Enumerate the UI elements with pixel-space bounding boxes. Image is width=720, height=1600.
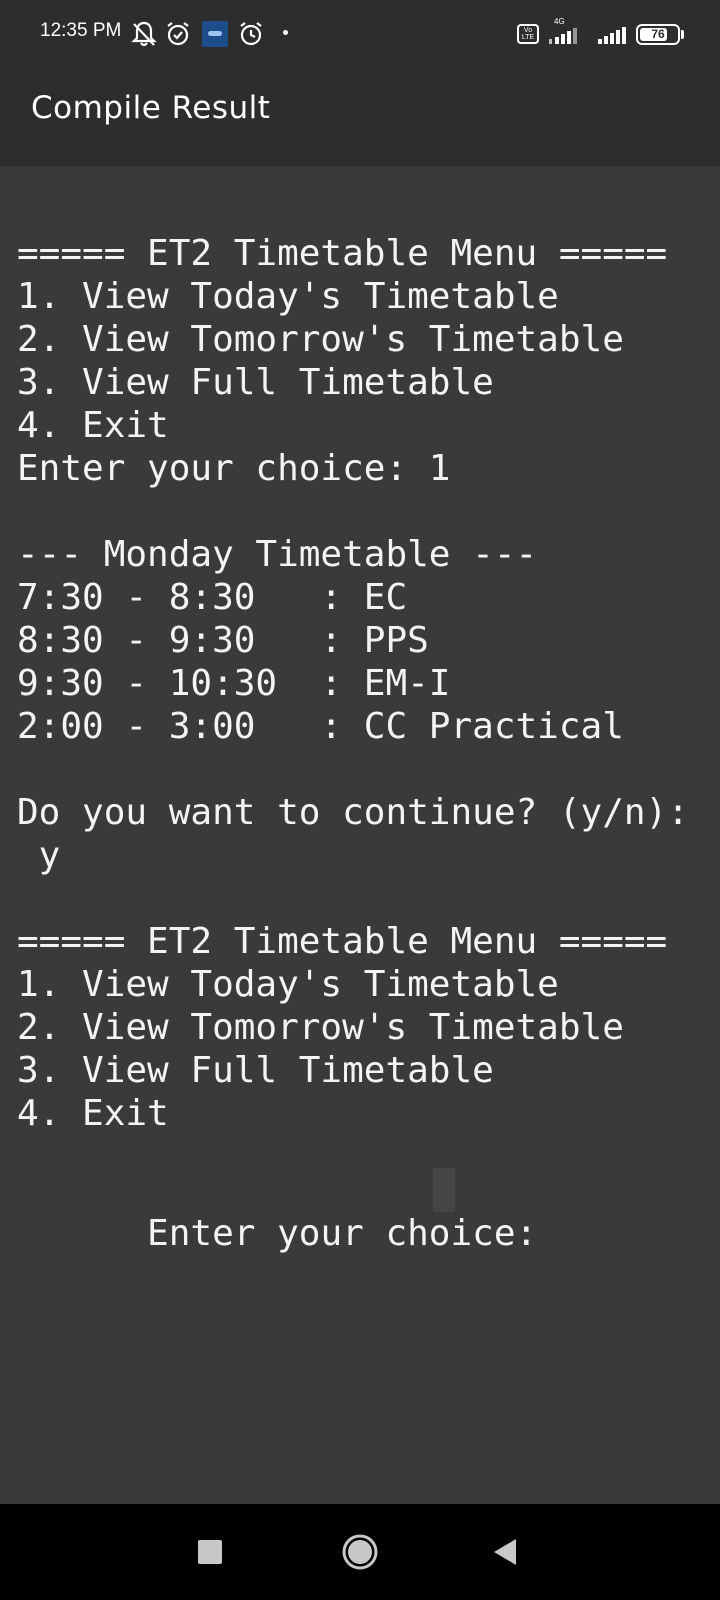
battery-icon: 76 [636,24,680,45]
console-input-line[interactable]: Enter your choice: [17,1168,559,1254]
app-bar: Compile Result [0,68,720,166]
navigation-bar [0,1504,720,1600]
console-line: 2. View Tomorrow's Timetable [17,319,624,360]
console-line: y [17,835,61,876]
console-line: ===== ET2 Timetable Menu ===== [17,233,668,274]
page-title: Compile Result [31,90,271,126]
console-line: 1. View Today's Timetable [17,964,559,1005]
console-line: 3. View Full Timetable [17,362,494,403]
alarm-icon [238,20,264,52]
input-prompt: Enter your choice: [147,1213,559,1254]
console-line: Enter your choice: 1 [17,448,451,489]
signal-icon [598,26,628,50]
battery-level: 76 [651,27,665,41]
input-cursor[interactable] [433,1168,455,1212]
console-line: 4. Exit [17,1093,169,1134]
console-line: --- Monday Timetable --- [17,534,538,575]
home-circle-icon[interactable] [312,1504,408,1600]
console-output-area[interactable]: ===== ET2 Timetable Menu ===== 1. View To… [0,166,720,1504]
console-line: ===== ET2 Timetable Menu ===== [17,921,668,962]
battery-nub [681,30,684,39]
app-badge-icon [202,21,228,47]
volte-icon: Vo LTE [517,24,539,44]
recents-square-icon[interactable] [162,1504,258,1600]
status-time: 12:35 PM [40,20,122,41]
status-bar: 12:35 PM Vo LTE 4G 76 [0,0,720,68]
console-line: 1. View Today's Timetable [17,276,559,317]
muted-bell-icon [131,20,157,52]
back-triangle-icon[interactable] [458,1504,554,1600]
console-line: 2. View Tomorrow's Timetable [17,1007,624,1048]
alarm-icon [165,20,191,52]
console-line: 2:00 - 3:00 : CC Practical [17,706,624,747]
dot-icon [283,30,288,35]
console-line: 4. Exit [17,405,169,446]
console-line: 3. View Full Timetable [17,1050,494,1091]
console-line: 8:30 - 9:30 : PPS [17,620,429,661]
console-line: 9:30 - 10:30 : EM-I [17,663,451,704]
screen: 12:35 PM Vo LTE 4G 76 Compile Result ===… [0,0,720,1600]
network-type-label: 4G [554,17,565,26]
signal-4g-icon [549,26,589,50]
console-line: 7:30 - 8:30 : EC [17,577,408,618]
console-output: ===== ET2 Timetable Menu ===== 1. View To… [17,232,689,1135]
console-line: Do you want to continue? (y/n): [17,792,689,833]
